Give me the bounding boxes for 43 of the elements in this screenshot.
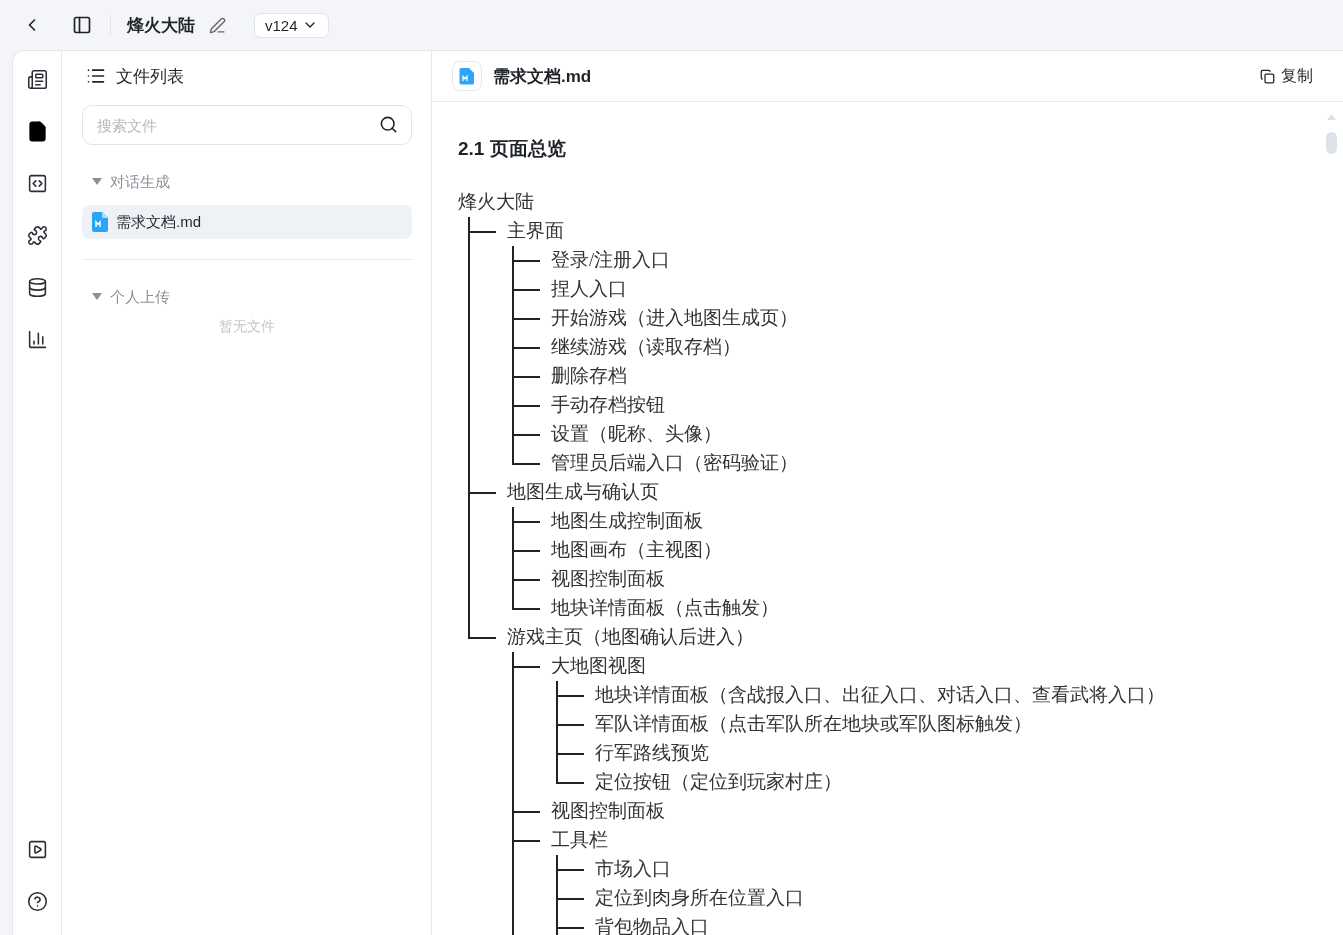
markdown-file-icon	[452, 61, 482, 91]
panel-title: 文件列表	[116, 65, 184, 88]
file-item[interactable]: 需求文档.md	[82, 205, 412, 239]
tree-item: 市场入口	[595, 858, 671, 881]
caret-icon	[92, 293, 102, 301]
empty-message: 暂无文件	[218, 318, 276, 336]
tree-item: 开始游戏（进入地图生成页）	[551, 307, 798, 330]
tree-item: 定位按钮（定位到玩家村庄）	[595, 771, 842, 794]
section-heading: 2.1 页面总览	[458, 137, 566, 161]
tree-item: 大地图视图	[551, 655, 646, 678]
tree-item: 登录/注册入口	[551, 249, 671, 272]
tree-item: 管理员后端入口（密码验证）	[551, 452, 798, 475]
tree-item: 地图生成控制面板	[551, 510, 703, 533]
tree-item: 地块详情面板（点击触发）	[551, 597, 779, 620]
copy-icon	[1260, 68, 1275, 84]
tree-item: 设置（昵称、头像）	[551, 423, 722, 446]
tree-item: 继续游戏（读取存档）	[551, 336, 741, 359]
tree-item: 地块详情面板（含战报入口、出征入口、对话入口、查看武将入口）	[595, 684, 1165, 707]
search-icon[interactable]	[379, 115, 398, 134]
tree-item: 主界面	[507, 220, 564, 243]
project-title: 烽火大陆	[127, 14, 195, 37]
tree-item: 视图控制面板	[551, 568, 665, 591]
tree-item: 手动存档按钮	[551, 394, 665, 417]
caret-icon	[92, 178, 102, 186]
tree-item: 定位到肉身所在位置入口	[595, 887, 804, 910]
search-field[interactable]: 搜索文件	[82, 105, 412, 145]
tree-item: 行军路线预览	[595, 742, 709, 765]
copy-button[interactable]: 复制	[1254, 64, 1319, 88]
tree-item: 视图控制面板	[551, 800, 665, 823]
document-filename: 需求文档.md	[493, 65, 593, 88]
version-dropdown[interactable]: v124	[254, 12, 329, 38]
scrollbar-thumb[interactable]	[1326, 132, 1337, 154]
tree-item: 军队详情面板（点击军队所在地块或军队图标触发）	[595, 713, 1032, 736]
tree-item: 捏人入口	[551, 278, 627, 301]
tree-item: 地图生成与确认页	[507, 481, 659, 504]
tree-item: 地图画布（主视图）	[551, 539, 722, 562]
tree-item: 烽火大陆	[458, 191, 534, 214]
tree-item: 工具栏	[551, 829, 608, 852]
tree-item: 删除存档	[551, 365, 627, 388]
markdown-file-icon	[92, 212, 108, 232]
tree-item: 游戏主页（地图确认后进入）	[507, 626, 754, 649]
list-icon	[86, 66, 106, 86]
tree-item: 背包物品入口	[595, 916, 709, 935]
